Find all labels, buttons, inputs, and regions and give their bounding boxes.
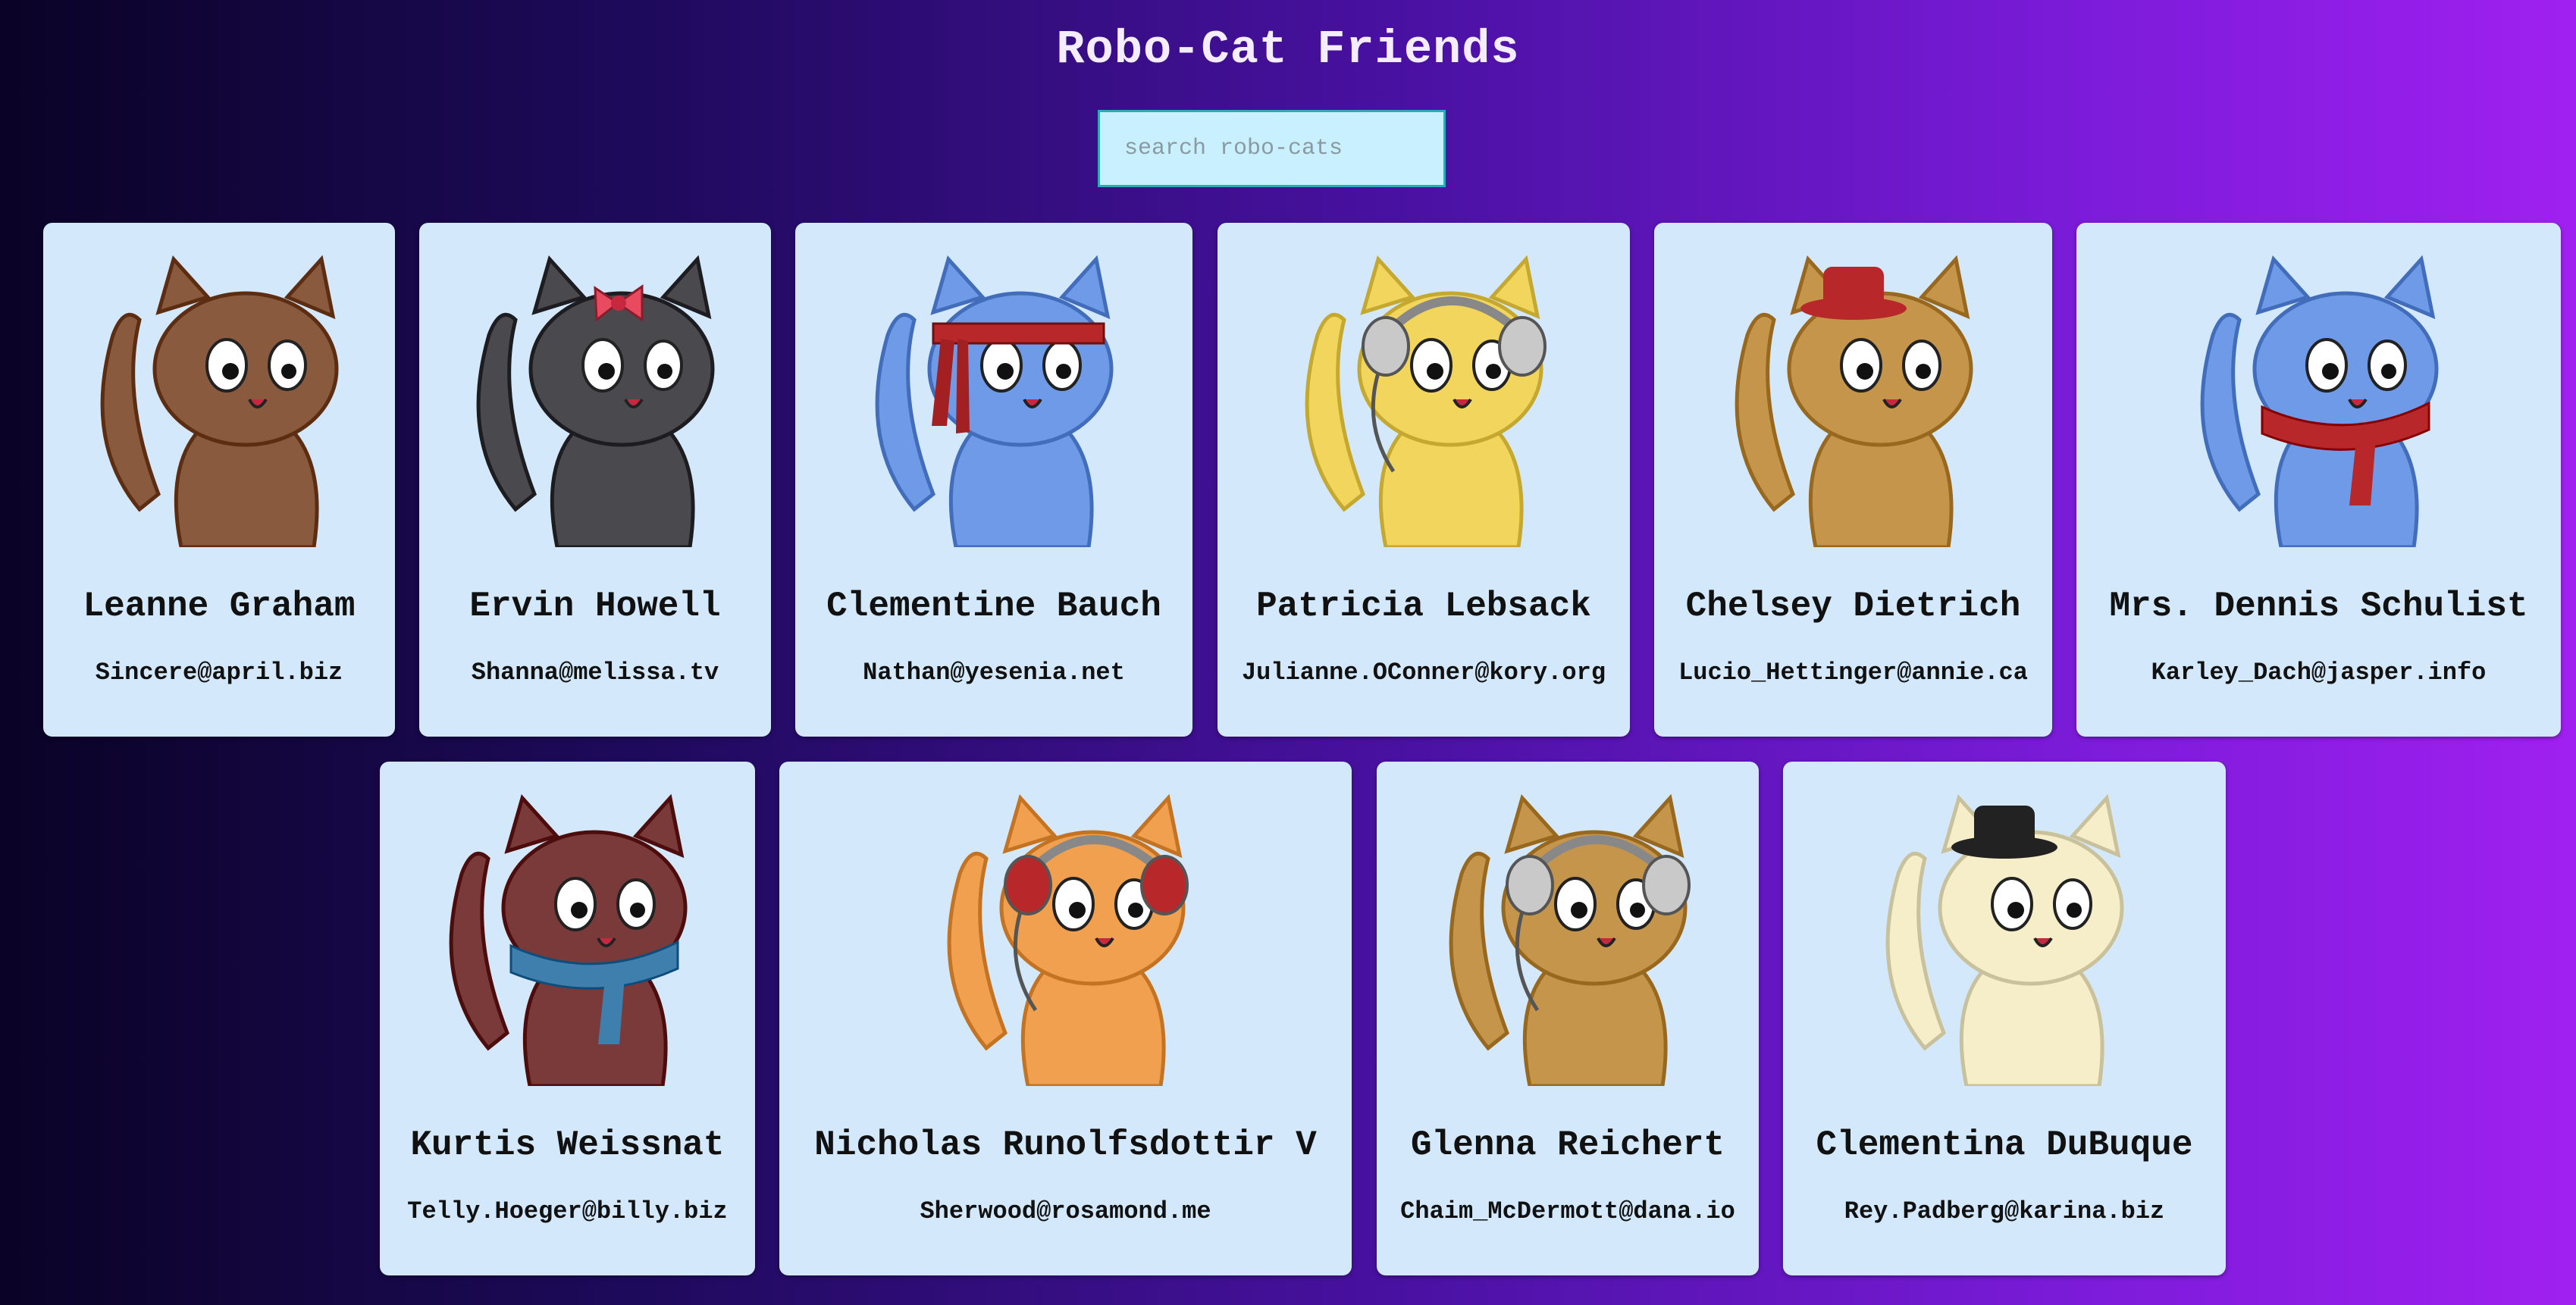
search-box: [1098, 110, 1446, 187]
cat-card[interactable]: Patricia Lebsack Julianne.OConner@kory.or…: [1217, 223, 1630, 737]
cat-name: Patricia Lebsack: [1256, 587, 1591, 626]
cat-email: Sincere@april.biz: [95, 659, 343, 687]
cat-card[interactable]: Nicholas Runolfsdottir V Sherwood@rosamon…: [779, 762, 1352, 1275]
cat-email: Telly.Hoeger@billy.biz: [407, 1197, 728, 1225]
yellow-cat-with-headphones-icon: [1272, 244, 1575, 549]
cat-email: Karley_Dach@jasper.info: [2151, 659, 2487, 687]
blue-cat-with-scarf-icon: [2167, 244, 2471, 549]
cat-name: Clementine Bauch: [826, 587, 1161, 626]
cat-name: Mrs. Dennis Schulist: [2109, 587, 2528, 626]
cat-name: Leanne Graham: [83, 587, 356, 626]
cat-name: Clementina DuBuque: [1816, 1125, 2193, 1165]
cat-card[interactable]: Chelsey Dietrich Lucio_Hettinger@annie.ca: [1654, 223, 2052, 737]
cat-card[interactable]: Leanne Graham Sincere@april.biz: [43, 223, 395, 737]
cat-name: Ervin Howell: [469, 587, 721, 626]
cat-name: Chelsey Dietrich: [1685, 587, 2021, 626]
cat-card[interactable]: Ervin Howell Shanna@melissa.tv: [419, 223, 771, 737]
cat-email: Chaim_McDermott@dana.io: [1400, 1197, 1735, 1225]
brown-cat-icon: [67, 244, 371, 549]
cat-email: Lucio_Hettinger@annie.ca: [1678, 659, 2028, 687]
gray-cat-with-bow-icon: [443, 244, 747, 549]
cat-name: Kurtis Weissnat: [410, 1125, 725, 1165]
cat-card[interactable]: Mrs. Dennis Schulist Karley_Dach@jasper.i…: [2076, 223, 2561, 737]
cat-email: Rey.Padberg@karina.biz: [1844, 1197, 2165, 1225]
cat-email: Shanna@melissa.tv: [471, 659, 719, 687]
page-title: Robo-Cat Friends: [1056, 23, 1520, 77]
cream-cat-with-top-hat-icon: [1853, 783, 2156, 1088]
cat-card[interactable]: Kurtis Weissnat Telly.Hoeger@billy.biz: [380, 762, 755, 1275]
blue-cat-with-headband-icon: [842, 244, 1145, 549]
cat-email: Julianne.OConner@kory.org: [1241, 659, 1606, 687]
cat-name: Nicholas Runolfsdottir V: [814, 1125, 1317, 1165]
cat-email: Nathan@yesenia.net: [863, 659, 1125, 687]
cat-card[interactable]: Clementina DuBuque Rey.Padberg@karina.biz: [1783, 762, 2226, 1275]
maroon-cat-with-blue-scarf-icon: [416, 783, 719, 1088]
tan-cat-with-red-hat-icon: [1702, 244, 2005, 549]
search-input[interactable]: [1098, 110, 1446, 187]
cat-card[interactable]: Clementine Bauch Nathan@yesenia.net: [795, 223, 1192, 737]
cat-card[interactable]: Glenna Reichert Chaim_McDermott@dana.io: [1377, 762, 1759, 1275]
orange-cat-with-headphones-icon: [914, 783, 1217, 1088]
cat-email: Sherwood@rosamond.me: [920, 1197, 1211, 1225]
cat-name: Glenna Reichert: [1410, 1125, 1725, 1165]
tan-cat-with-headphones-icon: [1416, 783, 1719, 1088]
